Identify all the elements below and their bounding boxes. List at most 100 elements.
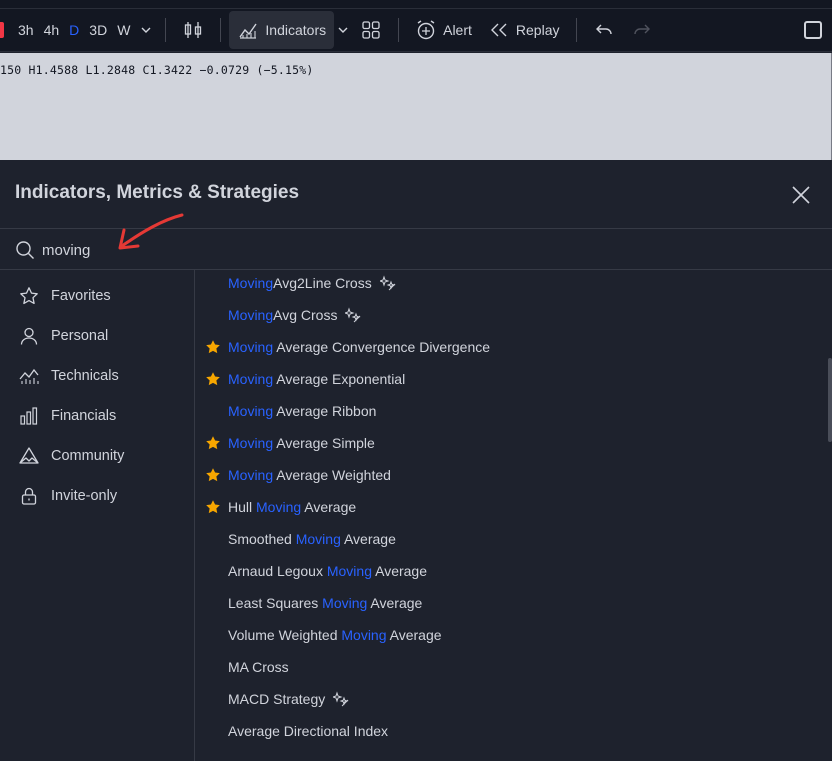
sidebar-item-label: Favorites xyxy=(51,288,111,304)
toolbar-separator xyxy=(165,18,167,42)
search-match-highlight: Moving xyxy=(228,275,274,291)
chevron-down-icon xyxy=(141,27,151,33)
list-item[interactable]: Least Squares Moving Average xyxy=(196,587,826,619)
result-name: Moving Average Convergence Divergence xyxy=(228,339,490,355)
sidebar-item-favorites[interactable]: Favorites xyxy=(0,276,195,316)
toolbar-separator xyxy=(575,18,577,42)
favorite-star-icon[interactable] xyxy=(205,467,221,483)
search-match-highlight: Moving xyxy=(341,627,387,643)
result-name: Arnaud Legoux Moving Average xyxy=(228,563,427,579)
sidebar-item-personal[interactable]: Personal xyxy=(0,316,195,356)
result-name-text: Average xyxy=(372,563,428,579)
lock-icon xyxy=(18,485,40,507)
timeframe-3h[interactable]: 3h xyxy=(13,9,39,52)
search-input[interactable] xyxy=(42,237,642,263)
result-name: Moving Average Weighted xyxy=(228,467,391,483)
list-item[interactable]: MovingAvg2Line Cross xyxy=(196,267,826,299)
toolbar-separator xyxy=(398,18,400,42)
chart-type-button[interactable] xyxy=(174,11,212,49)
list-item[interactable]: Moving Average Weighted xyxy=(196,459,826,491)
fullscreen-icon[interactable] xyxy=(804,21,822,39)
chevron-down-icon xyxy=(338,27,348,33)
redo-button[interactable] xyxy=(623,11,661,49)
result-name: Average Directional Index xyxy=(228,723,388,739)
list-item[interactable]: MACD Strategy xyxy=(196,683,826,715)
list-item[interactable]: Moving Average Convergence Divergence xyxy=(196,331,826,363)
sidebar-item-technicals[interactable]: Technicals xyxy=(0,356,195,396)
favorite-star-icon[interactable] xyxy=(205,371,221,387)
favorite-star-icon[interactable] xyxy=(205,499,221,515)
list-item[interactable]: Moving Average Simple xyxy=(196,427,826,459)
sidebar-item-community[interactable]: Community xyxy=(0,436,195,476)
templates-button[interactable] xyxy=(352,11,390,49)
ohlc-readout: 150 H1.4588 L1.2848 C1.3422 −0.0729 (−5.… xyxy=(0,63,314,77)
list-item[interactable]: Volume Weighted Moving Average xyxy=(196,619,826,651)
result-name-text: Average xyxy=(367,595,423,611)
replay-button[interactable]: Replay xyxy=(480,11,568,49)
timeframe-dropdown-chevron[interactable] xyxy=(135,9,157,52)
list-item[interactable]: Smoothed Moving Average xyxy=(196,523,826,555)
close-button[interactable] xyxy=(788,182,814,208)
indicators-icon xyxy=(237,19,259,41)
search-match-highlight: Moving xyxy=(326,563,372,579)
result-name: MovingAvg Cross xyxy=(228,307,361,323)
list-item[interactable]: Arnaud Legoux Moving Average xyxy=(196,555,826,587)
list-item[interactable]: MovingAvg Cross xyxy=(196,299,826,331)
favorite-star-icon[interactable] xyxy=(205,435,221,451)
result-name-text: Average xyxy=(386,627,442,643)
sidebar-item-label: Technicals xyxy=(51,368,119,384)
sidebar-item-label: Personal xyxy=(51,328,109,344)
result-name-text: Arnaud Legoux xyxy=(228,563,327,579)
search-match-highlight: Moving xyxy=(228,467,274,483)
result-name: Smoothed Moving Average xyxy=(228,531,396,547)
grid-templates-icon xyxy=(360,19,382,41)
result-name: MovingAvg2Line Cross xyxy=(228,275,396,291)
category-sidebar: Favorites Personal Technicals Financials Com… xyxy=(0,270,195,761)
result-name: Moving Average Exponential xyxy=(228,371,405,387)
alert-button[interactable]: Alert xyxy=(407,11,480,49)
indicators-button[interactable]: Indicators xyxy=(229,11,335,49)
sidebar-item-label: Community xyxy=(51,448,125,464)
sidebar-item-financials[interactable]: Financials xyxy=(0,396,195,436)
results-list: MovingAvg2Line Cross MovingAvg Cross Movin… xyxy=(196,270,832,761)
results-scrollbar[interactable] xyxy=(828,358,832,442)
result-name-text: Least Squares xyxy=(228,595,323,611)
indicators-dialog: Indicators, Metrics & Strategies Favorit… xyxy=(0,160,832,761)
user-icon xyxy=(18,325,40,347)
undo-button[interactable] xyxy=(585,11,623,49)
indicators-dropdown-chevron[interactable] xyxy=(334,9,352,52)
search-match-highlight: Moving xyxy=(228,339,274,355)
bar-chart-icon xyxy=(18,405,40,427)
search-row xyxy=(0,228,832,270)
chart-line-icon xyxy=(18,365,40,387)
sidebar-item-invite-only[interactable]: Invite-only xyxy=(0,476,195,516)
community-icon xyxy=(18,445,40,467)
result-name-text: Average xyxy=(301,499,357,515)
close-icon xyxy=(792,186,810,204)
toolbar-separator xyxy=(220,18,222,42)
star-outline-icon xyxy=(18,285,40,307)
result-name-text: Average xyxy=(340,531,396,547)
chart-area[interactable]: 150 H1.4588 L1.2848 C1.3422 −0.0729 (−5.… xyxy=(0,53,832,160)
timeframe-3d[interactable]: 3D xyxy=(84,9,112,52)
result-name: Volume Weighted Moving Average xyxy=(228,627,442,643)
search-match-highlight: Moving xyxy=(295,531,341,547)
timeframe-d[interactable]: D xyxy=(64,9,84,52)
result-name-text: MA Cross xyxy=(228,659,289,675)
result-name-text: Average Directional Index xyxy=(228,723,389,739)
timeframe-w[interactable]: W xyxy=(112,9,135,52)
list-item[interactable]: MA Cross xyxy=(196,651,826,683)
list-item[interactable]: Moving Average Ribbon xyxy=(196,395,826,427)
result-name-text: Average Simple xyxy=(273,435,375,451)
list-item[interactable]: Hull Moving Average xyxy=(196,491,826,523)
search-match-highlight: Moving xyxy=(228,371,274,387)
search-match-highlight: Moving xyxy=(228,403,274,419)
timeframe-4h[interactable]: 4h xyxy=(39,9,65,52)
search-icon xyxy=(14,239,36,261)
favorite-star-icon[interactable] xyxy=(205,339,221,355)
timeframe-partial-cut xyxy=(0,22,4,38)
result-name: MA Cross xyxy=(228,659,289,675)
result-name-text: Hull xyxy=(228,499,257,515)
list-item[interactable]: Moving Average Exponential xyxy=(196,363,826,395)
list-item[interactable]: Average Directional Index xyxy=(196,715,826,747)
